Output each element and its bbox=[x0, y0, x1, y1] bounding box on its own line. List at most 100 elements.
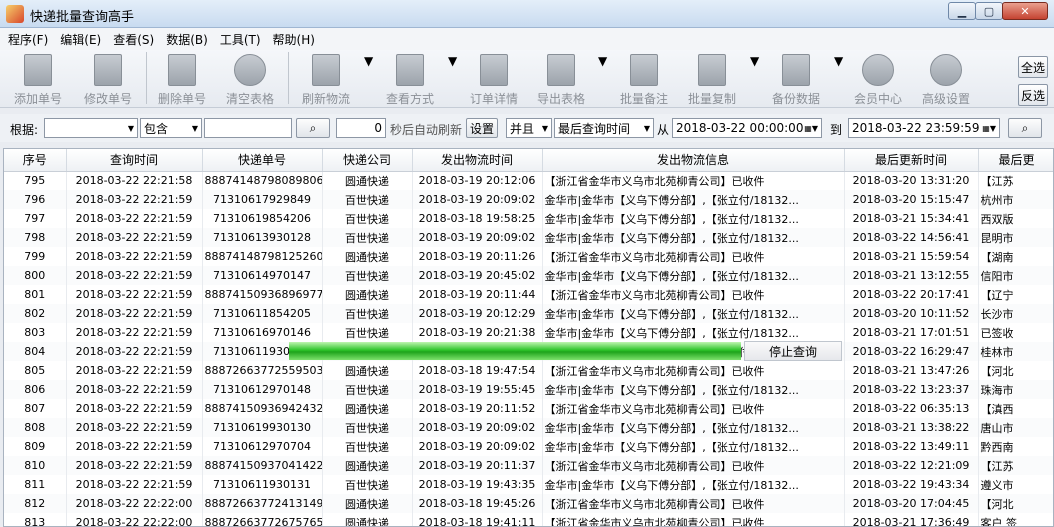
column-header-dispatch-info[interactable]: 发出物流信息 bbox=[542, 149, 845, 172]
menu-program[interactable]: 程序(F) bbox=[8, 31, 48, 48]
cell-last-update-info: 客户 签 bbox=[978, 513, 1053, 526]
edit-number-button[interactable]: 修改单号 bbox=[80, 54, 136, 107]
chevron-down-icon[interactable]: ▼ bbox=[448, 54, 457, 68]
view-mode-button[interactable]: 查看方式 bbox=[382, 54, 438, 107]
table-row[interactable]: 808 2018-03-22 22:21:59 71310619930130 百世快递… bbox=[4, 418, 1053, 437]
column-header-dispatch-time[interactable]: 发出物流时间 bbox=[412, 149, 543, 172]
gear-icon bbox=[930, 54, 962, 86]
column-header-query-time[interactable]: 查询时间 bbox=[66, 149, 203, 172]
cell-last-update-time: 2018-03-20 13:31:20 bbox=[844, 171, 979, 190]
match-select-value: 包含 bbox=[144, 121, 169, 136]
column-header-index[interactable]: 序号 bbox=[4, 149, 67, 172]
to-datetime-value: 2018-03-22 23:59:59 bbox=[852, 121, 980, 135]
close-icon[interactable]: ✕ bbox=[1002, 2, 1048, 20]
menu-bar: 程序(F) 编辑(E) 查看(S) 数据(B) 工具(T) 帮助(H) bbox=[0, 28, 1054, 50]
cell-index: 811 bbox=[4, 475, 67, 494]
to-label: 到 bbox=[830, 123, 843, 137]
cell-last-update-time: 2018-03-20 10:11:52 bbox=[844, 304, 979, 323]
menu-tools[interactable]: 工具(T) bbox=[220, 31, 261, 48]
menu-help[interactable]: 帮助(H) bbox=[273, 31, 315, 48]
export-table-button[interactable]: 导出表格 bbox=[532, 54, 590, 107]
column-header-last-update-info[interactable]: 最后更 bbox=[978, 149, 1053, 172]
cell-dispatch-info: 金华市|金华市【义乌下傅分部】,【张立付/18132... bbox=[542, 304, 845, 323]
cell-index: 795 bbox=[4, 171, 67, 190]
table-row[interactable]: 805 2018-03-22 22:21:59 888726637725595037… bbox=[4, 361, 1053, 380]
set-button[interactable]: 设置 bbox=[466, 118, 498, 138]
table-row[interactable]: 798 2018-03-22 22:21:59 71310613930128 百世快递… bbox=[4, 228, 1053, 247]
menu-view[interactable]: 查看(S) bbox=[113, 31, 154, 48]
time-field-value: 最后查询时间 bbox=[558, 121, 631, 136]
cell-tracking-number: 71310612970704 bbox=[202, 437, 323, 456]
table-row[interactable]: 803 2018-03-22 22:21:59 71310616970146 百世快递… bbox=[4, 323, 1053, 342]
cell-last-update-time: 2018-03-22 20:17:41 bbox=[844, 285, 979, 304]
calendar-icon: ▦▼ bbox=[804, 123, 818, 133]
cell-dispatch-time: 2018-03-18 19:47:54 bbox=[412, 361, 543, 380]
column-header-last-update-time[interactable]: 最后更新时间 bbox=[844, 149, 979, 172]
table-row[interactable]: 813 2018-03-22 22:22:00 888726637726757653… bbox=[4, 513, 1053, 526]
table-row[interactable]: 802 2018-03-22 22:21:59 71310611854205 百世快递… bbox=[4, 304, 1053, 323]
add-number-button[interactable]: 添加单号 bbox=[10, 54, 66, 107]
minimize-icon[interactable]: ▁ bbox=[948, 2, 976, 20]
column-header-courier[interactable]: 快递公司 bbox=[322, 149, 413, 172]
cell-last-update-time: 2018-03-21 13:47:26 bbox=[844, 361, 979, 380]
table-row[interactable]: 809 2018-03-22 22:21:59 71310612970704 百世快递… bbox=[4, 437, 1053, 456]
cell-query-time: 2018-03-22 22:21:59 bbox=[66, 266, 203, 285]
select-all-button[interactable]: 全选 bbox=[1018, 56, 1048, 78]
cell-courier: 圆通快递 bbox=[322, 285, 413, 304]
table-row[interactable]: 801 2018-03-22 22:21:59 888741509368969774… bbox=[4, 285, 1053, 304]
table-row[interactable]: 807 2018-03-22 22:21:59 888741509369424320… bbox=[4, 399, 1053, 418]
table-row[interactable]: 797 2018-03-22 22:21:59 71310619854206 百世快递… bbox=[4, 209, 1053, 228]
table-row[interactable]: 799 2018-03-22 22:21:59 888741487981252603… bbox=[4, 247, 1053, 266]
menu-data[interactable]: 数据(B) bbox=[166, 31, 208, 48]
time-field-select[interactable]: 最后查询时间 ▼ bbox=[554, 118, 654, 138]
order-detail-button[interactable]: 订单详情 bbox=[466, 54, 522, 107]
cell-courier: 百世快递 bbox=[322, 209, 413, 228]
cell-tracking-number: 888741509369424320 bbox=[202, 399, 323, 418]
query-search-button[interactable]: ⌕ bbox=[1008, 118, 1042, 138]
cell-courier: 百世快递 bbox=[322, 228, 413, 247]
logic-select[interactable]: 并且 ▼ bbox=[506, 118, 552, 138]
cell-dispatch-time: 2018-03-19 20:09:02 bbox=[412, 418, 543, 437]
invert-selection-button[interactable]: 反选 bbox=[1018, 84, 1048, 106]
from-datetime-picker[interactable]: 2018-03-22 00:00:00 ▦▼ bbox=[672, 118, 822, 138]
delete-number-button[interactable]: 删除单号 bbox=[154, 54, 210, 107]
cell-index: 800 bbox=[4, 266, 67, 285]
search-button[interactable]: ⌕ bbox=[296, 118, 330, 138]
refresh-logistics-button[interactable]: 刷新物流 bbox=[298, 54, 354, 107]
cell-last-update-time: 2018-03-20 17:04:45 bbox=[844, 494, 979, 513]
table-row[interactable]: 795 2018-03-22 22:21:58 888741487980898067… bbox=[4, 171, 1053, 190]
maximize-icon[interactable]: ▢ bbox=[975, 2, 1003, 20]
table-row[interactable]: 800 2018-03-22 22:21:59 71310614970147 百世快递… bbox=[4, 266, 1053, 285]
backup-data-button[interactable]: 备份数据 bbox=[768, 54, 824, 107]
table-row[interactable]: 810 2018-03-22 22:21:59 888741509370414229… bbox=[4, 456, 1053, 475]
table-row[interactable]: 811 2018-03-22 22:21:59 71310611930131 百世快递… bbox=[4, 475, 1053, 494]
cell-courier: 百世快递 bbox=[322, 323, 413, 342]
cell-index: 813 bbox=[4, 513, 67, 526]
batch-note-button[interactable]: 批量备注 bbox=[616, 54, 672, 107]
clear-table-button[interactable]: 清空表格 bbox=[222, 54, 278, 107]
cell-last-update-info: 唐山市 bbox=[978, 418, 1053, 437]
match-select[interactable]: 包含 ▼ bbox=[140, 118, 202, 138]
table-row[interactable]: 796 2018-03-22 22:21:59 71310617929849 百世快递… bbox=[4, 190, 1053, 209]
chevron-down-icon[interactable]: ▼ bbox=[598, 54, 607, 68]
batch-copy-button[interactable]: 批量复制 bbox=[684, 54, 740, 107]
advanced-settings-button[interactable]: 高级设置 bbox=[918, 54, 974, 107]
clock-icon bbox=[862, 54, 894, 86]
root-label: 根据: bbox=[10, 123, 39, 137]
field-select[interactable]: ▼ bbox=[44, 118, 138, 138]
member-center-button[interactable]: 会员中心 bbox=[850, 54, 906, 107]
column-header-tracking-number[interactable]: 快递单号 bbox=[202, 149, 323, 172]
table-row[interactable]: 812 2018-03-22 22:22:00 888726637724131491… bbox=[4, 494, 1053, 513]
to-datetime-picker[interactable]: 2018-03-22 23:59:59 ▦▼ bbox=[848, 118, 1000, 138]
menu-edit[interactable]: 编辑(E) bbox=[60, 31, 101, 48]
seconds-input[interactable]: 0 bbox=[336, 118, 386, 138]
chevron-down-icon[interactable]: ▼ bbox=[364, 54, 373, 68]
table-row[interactable]: 806 2018-03-22 22:21:59 71310612970148 百世快递… bbox=[4, 380, 1053, 399]
cell-last-update-time: 2018-03-21 17:01:51 bbox=[844, 323, 979, 342]
cell-last-update-time: 2018-03-21 15:59:54 bbox=[844, 247, 979, 266]
chevron-down-icon[interactable]: ▼ bbox=[750, 54, 759, 68]
keyword-input[interactable] bbox=[204, 118, 292, 138]
results-table[interactable]: 序号 查询时间 快递单号 快递公司 发出物流时间 发出物流信息 最后更新时间 最… bbox=[3, 148, 1054, 527]
stop-query-button[interactable]: 停止查询 bbox=[744, 341, 842, 361]
chevron-down-icon[interactable]: ▼ bbox=[834, 54, 843, 68]
